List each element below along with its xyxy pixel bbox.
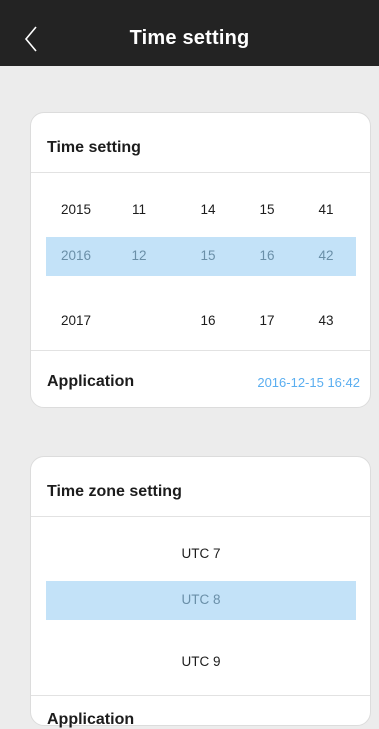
timezone-option-selected[interactable]: UTC 8: [46, 581, 356, 620]
timezone-option[interactable]: UTC 9: [46, 643, 356, 682]
hour-cell: 17: [259, 313, 275, 328]
month-cell: 11: [131, 202, 147, 217]
applied-time-value: 2016-12-15 16:42: [257, 375, 360, 390]
time-setting-card: Time setting 2015 11 14 15 41 2016 12 15…: [30, 112, 371, 408]
status-bar: [0, 0, 379, 10]
day-cell: 16: [200, 313, 216, 328]
timezone-setting-card: Time zone setting UTC 7 UTC 8 UTC 9 Appl…: [30, 456, 371, 729]
timezone-setting-title: Time zone setting: [47, 483, 182, 500]
timezone-label: UTC 9: [181, 654, 221, 669]
page-title: Time setting: [129, 27, 250, 49]
divider: [31, 172, 370, 173]
timezone-option[interactable]: UTC 7: [46, 535, 356, 574]
time-picker-row-selected[interactable]: 2016 12 15 16 42: [46, 237, 356, 276]
day-cell: 14: [200, 202, 216, 217]
apply-time-button[interactable]: Application: [47, 373, 134, 391]
time-picker-row[interactable]: 2015 11 14 15 41: [46, 191, 356, 230]
time-picker-row[interactable]: 2017 16 17 43: [46, 302, 356, 341]
year-cell: 2015: [60, 202, 92, 217]
minute-cell: 43: [318, 313, 334, 328]
day-cell: 15: [200, 248, 216, 263]
month-cell: 12: [131, 248, 147, 263]
apply-timezone-button[interactable]: Application: [47, 711, 134, 729]
divider: [31, 516, 370, 517]
year-cell: 2017: [60, 313, 92, 328]
timezone-label: UTC 7: [181, 546, 221, 561]
timezone-label: UTC 8: [181, 592, 221, 607]
divider: [31, 695, 370, 696]
year-cell: 2016: [60, 248, 92, 263]
time-setting-title: Time setting: [47, 139, 141, 156]
hour-cell: 16: [259, 248, 275, 263]
hour-cell: 15: [259, 202, 275, 217]
minute-cell: 41: [318, 202, 334, 217]
nav-bar: Time setting: [0, 10, 379, 66]
minute-cell: 42: [318, 248, 334, 263]
divider: [31, 350, 370, 351]
